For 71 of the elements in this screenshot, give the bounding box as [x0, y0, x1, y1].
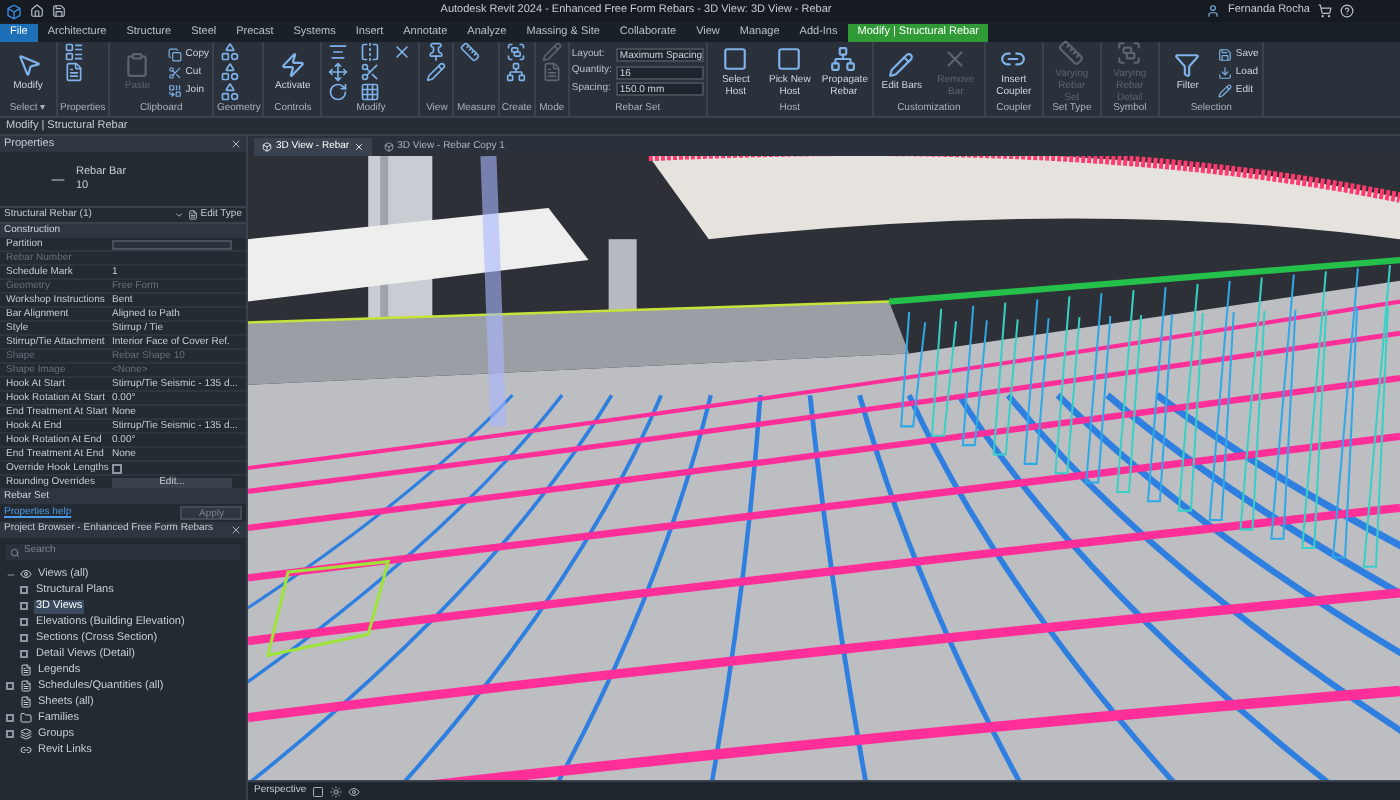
pencil-icon	[426, 62, 447, 82]
join-icon	[167, 83, 182, 97]
group-icon	[1116, 40, 1143, 66]
delete-icon	[392, 42, 413, 62]
help-icon[interactable]	[1340, 4, 1354, 18]
copy-icon	[167, 47, 182, 61]
expander-icon[interactable]	[20, 650, 30, 658]
expander-icon[interactable]	[20, 634, 30, 642]
home-icon[interactable]	[30, 4, 44, 18]
group-icon	[505, 42, 526, 62]
sheet-icon	[20, 696, 32, 708]
geometry-icon	[220, 62, 241, 82]
close-icon[interactable]	[230, 138, 242, 150]
search-icon	[10, 547, 20, 557]
properties-tool-button[interactable]	[60, 42, 88, 62]
network-tool-button[interactable]	[501, 62, 530, 82]
geometry-icon	[220, 42, 241, 62]
expander-icon[interactable]	[20, 586, 30, 594]
network-icon	[505, 62, 526, 82]
value-field[interactable]	[112, 239, 232, 249]
cube-icon	[383, 142, 394, 152]
cube-icon	[262, 142, 272, 152]
pencil-icon	[1217, 83, 1232, 97]
load-icon	[1217, 65, 1232, 79]
expander-icon[interactable]	[20, 602, 30, 610]
cut-icon	[167, 65, 182, 79]
pencil-tool-button[interactable]	[422, 62, 451, 82]
cursor-icon	[15, 52, 41, 78]
pin-icon	[426, 42, 447, 62]
sheet-icon	[20, 680, 32, 692]
document-icon	[188, 210, 199, 220]
array-icon	[360, 82, 381, 102]
link-icon	[20, 744, 32, 756]
app-logo-icon	[6, 3, 22, 19]
ruler-tool-button[interactable]	[456, 42, 485, 62]
family-icon	[20, 712, 32, 724]
rotate-icon	[328, 82, 349, 102]
geometry-icon	[220, 82, 241, 102]
expander-icon[interactable]	[6, 730, 16, 738]
checkbox[interactable]	[112, 463, 122, 473]
save-icon[interactable]	[52, 4, 66, 18]
ruler-icon	[460, 42, 481, 62]
delete-icon	[942, 46, 969, 72]
dropdown-icon	[174, 210, 185, 220]
activate-icon	[279, 52, 306, 78]
mirror-icon	[360, 42, 381, 62]
move-icon	[328, 62, 349, 82]
expander-icon[interactable]	[20, 618, 30, 626]
trim-icon	[360, 62, 381, 82]
sheet-icon	[20, 664, 32, 676]
close-icon[interactable]	[230, 524, 242, 536]
align-icon	[328, 42, 349, 62]
views-icon	[20, 568, 32, 580]
save-icon	[1217, 47, 1232, 61]
pencil-icon	[888, 52, 915, 78]
sun-icon[interactable]	[330, 785, 343, 797]
cart-icon[interactable]	[1318, 4, 1332, 18]
filter-icon	[1174, 52, 1201, 78]
move-tool-button[interactable]	[324, 62, 353, 82]
type-icon	[541, 62, 562, 82]
ruler-icon	[1058, 40, 1085, 66]
expander-icon[interactable]	[6, 682, 16, 690]
user-icon[interactable]	[1206, 4, 1221, 18]
properties-icon	[64, 42, 84, 62]
paste-icon	[124, 52, 151, 78]
network-icon	[830, 46, 857, 72]
visibility-icon[interactable]	[348, 785, 361, 797]
type-icon	[64, 62, 84, 82]
expander-icon[interactable]	[6, 714, 16, 722]
pencil-icon	[541, 42, 562, 62]
group-icon	[20, 728, 32, 740]
